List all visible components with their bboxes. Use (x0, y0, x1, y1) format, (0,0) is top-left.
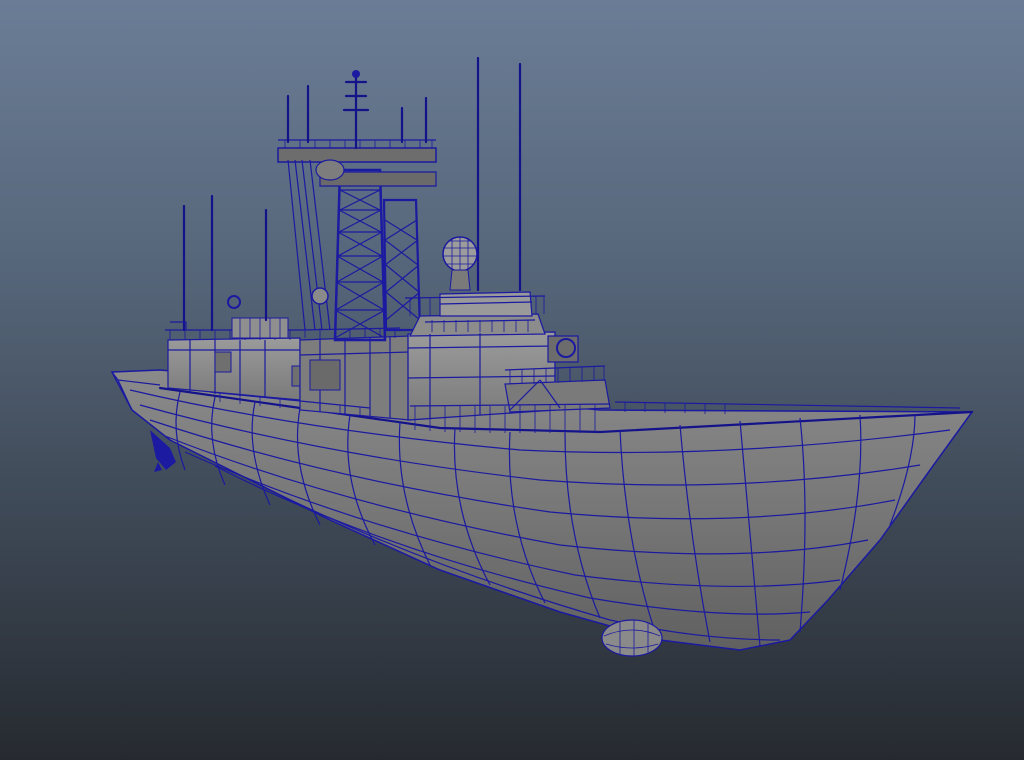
radar-dome (442, 236, 478, 291)
3d-viewport[interactable] (0, 0, 1024, 760)
hull (110, 369, 974, 651)
lattice-mast (277, 70, 437, 342)
ship-model-wireframe[interactable] (0, 0, 1024, 760)
sonar-dome (601, 619, 663, 657)
superstructure-aft (165, 295, 307, 401)
